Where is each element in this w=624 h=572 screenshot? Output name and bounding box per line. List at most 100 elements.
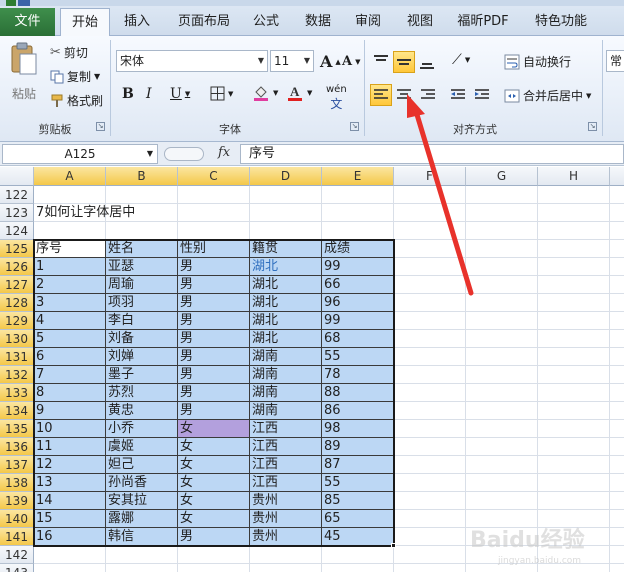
- cell[interactable]: 14: [34, 492, 106, 510]
- row-header[interactable]: 139: [0, 492, 34, 510]
- row-header[interactable]: 128: [0, 294, 34, 312]
- row-header[interactable]: 127: [0, 276, 34, 294]
- cell[interactable]: [466, 384, 538, 402]
- cell[interactable]: 96: [322, 294, 394, 312]
- cell[interactable]: [394, 420, 466, 438]
- align-left-button[interactable]: [370, 84, 392, 106]
- row-header[interactable]: 131: [0, 348, 34, 366]
- cell[interactable]: [610, 330, 624, 348]
- column-header-g[interactable]: G: [466, 167, 538, 186]
- cell[interactable]: [178, 222, 250, 240]
- cell[interactable]: [394, 438, 466, 456]
- cell[interactable]: [610, 438, 624, 456]
- cell[interactable]: 成绩: [322, 240, 394, 258]
- cell[interactable]: 周瑜: [106, 276, 178, 294]
- cell[interactable]: 露娜: [106, 510, 178, 528]
- cell[interactable]: 墨子: [106, 366, 178, 384]
- cell[interactable]: [538, 204, 610, 222]
- cell[interactable]: 苏烈: [106, 384, 178, 402]
- cell[interactable]: [610, 492, 624, 510]
- row-header[interactable]: 130: [0, 330, 34, 348]
- tab-special-features[interactable]: 特色功能: [526, 8, 596, 36]
- row-header[interactable]: 141: [0, 528, 34, 546]
- cell[interactable]: [106, 186, 178, 204]
- cell[interactable]: [394, 222, 466, 240]
- cell[interactable]: [538, 438, 610, 456]
- cell[interactable]: 刘备: [106, 330, 178, 348]
- row-header[interactable]: 140: [0, 510, 34, 528]
- tab-formulas[interactable]: 公式: [244, 8, 288, 36]
- cell[interactable]: [394, 312, 466, 330]
- cell[interactable]: 男: [178, 258, 250, 276]
- cell[interactable]: 女: [178, 474, 250, 492]
- borders-button[interactable]: ▼: [210, 86, 233, 101]
- cell[interactable]: [538, 420, 610, 438]
- cell[interactable]: [538, 456, 610, 474]
- merge-center-button[interactable]: 合并后居中 ▼: [504, 87, 591, 104]
- cell[interactable]: 黄忠: [106, 402, 178, 420]
- row-header[interactable]: 138: [0, 474, 34, 492]
- cell[interactable]: 亚瑟: [106, 258, 178, 276]
- cell[interactable]: 湖南: [250, 348, 322, 366]
- cell[interactable]: 安其拉: [106, 492, 178, 510]
- cell[interactable]: [250, 564, 322, 572]
- cell[interactable]: [394, 492, 466, 510]
- cell[interactable]: [322, 564, 394, 572]
- cell[interactable]: 3: [34, 294, 106, 312]
- cell[interactable]: 16: [34, 528, 106, 546]
- cell[interactable]: [466, 348, 538, 366]
- cell[interactable]: [322, 204, 394, 222]
- cell[interactable]: 男: [178, 384, 250, 402]
- cell[interactable]: [466, 294, 538, 312]
- align-right-button[interactable]: [420, 85, 440, 105]
- cell[interactable]: 虞姬: [106, 438, 178, 456]
- cut-button[interactable]: ✂ 剪切: [50, 44, 88, 61]
- cell[interactable]: 55: [322, 474, 394, 492]
- cell[interactable]: 湖南: [250, 384, 322, 402]
- cell[interactable]: 68: [322, 330, 394, 348]
- cell[interactable]: [394, 564, 466, 572]
- cell[interactable]: [610, 294, 624, 312]
- row-header[interactable]: 143: [0, 564, 34, 572]
- cell[interactable]: 男: [178, 366, 250, 384]
- row-header[interactable]: 125: [0, 240, 34, 258]
- format-painter-button[interactable]: 格式刷: [50, 92, 103, 109]
- cell[interactable]: [394, 384, 466, 402]
- cell[interactable]: [466, 312, 538, 330]
- cell[interactable]: [538, 330, 610, 348]
- cell[interactable]: [394, 456, 466, 474]
- align-center-button[interactable]: [396, 85, 416, 105]
- decrease-indent-button[interactable]: [450, 85, 470, 105]
- cell[interactable]: [610, 240, 624, 258]
- cell[interactable]: [610, 186, 624, 204]
- align-top-button[interactable]: [372, 52, 392, 72]
- cell[interactable]: 男: [178, 312, 250, 330]
- cell[interactable]: 4: [34, 312, 106, 330]
- cell[interactable]: 江西: [250, 420, 322, 438]
- cell[interactable]: 贵州: [250, 492, 322, 510]
- column-header-c[interactable]: C: [178, 167, 250, 186]
- cell[interactable]: [466, 222, 538, 240]
- cell[interactable]: 45: [322, 528, 394, 546]
- cell[interactable]: [538, 312, 610, 330]
- tab-view[interactable]: 视图: [398, 8, 442, 36]
- cell[interactable]: [106, 204, 178, 222]
- cell[interactable]: 15: [34, 510, 106, 528]
- cell[interactable]: 江西: [250, 456, 322, 474]
- font-size-select[interactable]: 11 ▼: [270, 50, 314, 72]
- cell[interactable]: [538, 492, 610, 510]
- cell[interactable]: 1: [34, 258, 106, 276]
- column-header-partial[interactable]: [610, 167, 624, 186]
- alignment-launcher-icon[interactable]: ↘: [588, 122, 597, 131]
- clipboard-launcher-icon[interactable]: ↘: [96, 122, 105, 131]
- row-header[interactable]: 129: [0, 312, 34, 330]
- cell[interactable]: 李白: [106, 312, 178, 330]
- formula-input[interactable]: 序号: [240, 144, 624, 164]
- cell[interactable]: [538, 222, 610, 240]
- row-header[interactable]: 134: [0, 402, 34, 420]
- cell[interactable]: 女: [178, 456, 250, 474]
- cell[interactable]: [610, 204, 624, 222]
- cell[interactable]: [538, 240, 610, 258]
- column-header-f[interactable]: F: [394, 167, 466, 186]
- cell[interactable]: 85: [322, 492, 394, 510]
